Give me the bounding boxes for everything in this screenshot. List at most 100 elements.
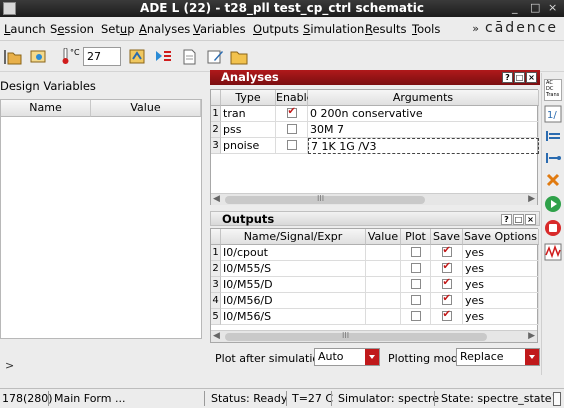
save-cell[interactable]: [431, 277, 463, 293]
column-header-name-signal-expr[interactable]: Name/Signal/Expr: [221, 229, 366, 245]
save-options[interactable]: yes: [463, 261, 539, 277]
save-checkbox[interactable]: [441, 293, 452, 305]
plot-after-select[interactable]: Auto: [314, 348, 380, 366]
save-cell[interactable]: [431, 261, 463, 277]
column-header-save[interactable]: Save: [431, 229, 463, 245]
outputs-select-icon[interactable]: [544, 149, 562, 167]
float-icon[interactable]: □: [513, 214, 524, 225]
maximize-button[interactable]: □: [530, 1, 540, 14]
chevron-down-icon[interactable]: [365, 349, 379, 365]
outputs-to-plot-icon[interactable]: [544, 127, 562, 145]
menu-outputs[interactable]: Outputs: [253, 22, 299, 36]
save-checkbox[interactable]: [441, 309, 452, 321]
plot-cell[interactable]: [401, 245, 431, 261]
analyses-hscrollbar[interactable]: ◀ III ▶: [211, 193, 537, 205]
plot-cell[interactable]: [401, 309, 431, 325]
analysis-arguments[interactable]: 7 1K 1G /V3: [308, 138, 539, 154]
resize-grip[interactable]: [553, 392, 561, 406]
scroll-right-icon[interactable]: ▶: [528, 331, 535, 341]
variables-icon[interactable]: 1/: [544, 105, 562, 123]
stop-simulation-icon[interactable]: [544, 219, 562, 237]
save-cell[interactable]: [431, 245, 463, 261]
close-window-button[interactable]: ×: [548, 1, 557, 14]
save-options[interactable]: yes: [463, 245, 539, 261]
analysis-enable-cell[interactable]: [276, 138, 308, 154]
menu-results[interactable]: Results: [365, 22, 407, 36]
scroll-left-icon[interactable]: ◀: [213, 194, 220, 204]
help-icon[interactable]: ?: [501, 214, 512, 225]
analysis-enable-cell[interactable]: [276, 122, 308, 138]
analysis-type[interactable]: tran: [221, 106, 276, 122]
delete-icon[interactable]: [544, 171, 562, 189]
float-icon[interactable]: □: [514, 72, 525, 83]
edit-icon[interactable]: [206, 48, 224, 65]
column-header-enable[interactable]: Enable: [276, 90, 313, 106]
menu-setup[interactable]: Setup: [101, 22, 135, 36]
window-title-bar[interactable]: ADE L (22) - t28_pll test_cp_ctrl schema…: [0, 0, 564, 17]
output-name[interactable]: I0/cpout: [221, 245, 366, 261]
design-variables-table[interactable]: Name Value: [0, 99, 202, 339]
save-options[interactable]: yes: [463, 277, 539, 293]
plot-outputs-icon[interactable]: [544, 243, 562, 261]
column-header-type[interactable]: Type: [221, 90, 276, 106]
save-checkbox[interactable]: [441, 245, 452, 257]
plot-cell[interactable]: [401, 293, 431, 309]
save-options[interactable]: yes: [463, 309, 539, 325]
plot-checkbox[interactable]: [410, 295, 421, 305]
load-state-icon[interactable]: [30, 48, 48, 65]
scroll-left-icon[interactable]: ◀: [213, 331, 220, 341]
minimize-button[interactable]: _: [512, 1, 518, 14]
open-folder-icon[interactable]: [4, 48, 22, 65]
enable-checkbox[interactable]: [286, 106, 297, 118]
plot-cell[interactable]: [401, 261, 431, 277]
menu-session[interactable]: Session: [50, 22, 94, 36]
help-icon[interactable]: ?: [502, 72, 513, 83]
enable-checkbox[interactable]: [286, 124, 297, 134]
analysis-arguments[interactable]: 0 200n conservative: [308, 106, 539, 122]
scroll-thumb[interactable]: [225, 333, 487, 341]
column-header-value[interactable]: Value: [366, 229, 401, 245]
save-cell[interactable]: [431, 293, 463, 309]
column-header-save-options[interactable]: Save Options: [463, 229, 539, 245]
analyses-table[interactable]: Type Enable Arguments 1 tran 0 200n cons…: [210, 89, 539, 205]
analysis-type[interactable]: pss: [221, 122, 276, 138]
plot-cell[interactable]: [401, 277, 431, 293]
save-options[interactable]: yes: [463, 293, 539, 309]
analysis-type[interactable]: pnoise: [221, 138, 276, 154]
output-name[interactable]: I0/M55/D: [221, 277, 366, 293]
column-header-arguments[interactable]: Arguments: [308, 90, 539, 106]
column-header-value[interactable]: Value: [91, 100, 201, 117]
run-simulation-icon[interactable]: [544, 195, 562, 213]
chevron-down-icon[interactable]: [525, 349, 539, 365]
plot-checkbox[interactable]: [410, 247, 421, 257]
save-cell[interactable]: [431, 309, 463, 325]
save-checkbox[interactable]: [441, 261, 452, 273]
save-checkbox[interactable]: [441, 277, 452, 289]
output-name[interactable]: I0/M55/S: [221, 261, 366, 277]
menu-launch[interactable]: Launch: [4, 22, 46, 36]
folder-icon[interactable]: [230, 48, 248, 65]
plotting-mode-select[interactable]: Replace: [456, 348, 540, 366]
menu-variables[interactable]: Variables: [193, 22, 246, 36]
choose-analyses-icon[interactable]: AC DC Trans: [544, 79, 562, 101]
menu-overflow-icon[interactable]: »: [472, 22, 479, 35]
outputs-hscrollbar[interactable]: ◀ III ▶: [211, 330, 537, 342]
set-variables-icon[interactable]: [128, 48, 146, 65]
column-header-plot[interactable]: Plot: [401, 229, 431, 245]
menu-simulation[interactable]: Simulation: [303, 22, 364, 36]
output-name[interactable]: I0/M56/S: [221, 309, 366, 325]
analysis-enable-cell[interactable]: [276, 106, 308, 122]
column-header-name[interactable]: Name: [1, 100, 91, 117]
plot-checkbox[interactable]: [410, 263, 421, 273]
scroll-thumb[interactable]: [225, 196, 425, 204]
scroll-right-icon[interactable]: ▶: [528, 194, 535, 204]
menu-analyses[interactable]: Analyses: [139, 22, 190, 36]
analysis-arguments[interactable]: 30M 7: [308, 122, 539, 138]
setup-outputs-icon[interactable]: [154, 48, 172, 65]
netlist-icon[interactable]: [180, 48, 198, 65]
expand-arrow-icon[interactable]: >: [5, 359, 14, 372]
plot-checkbox[interactable]: [410, 279, 421, 289]
output-name[interactable]: I0/M56/D: [221, 293, 366, 309]
close-icon[interactable]: ×: [526, 72, 537, 83]
menu-tools[interactable]: Tools: [412, 22, 440, 36]
